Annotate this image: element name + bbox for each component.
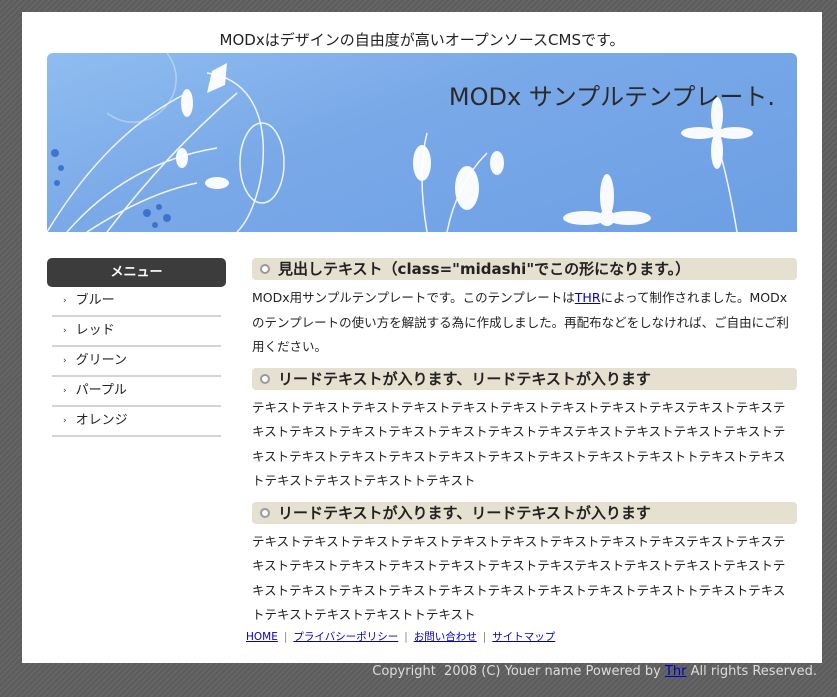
heading-text: リードテキストが入ります、リードテキストが入ります (278, 503, 651, 522)
chevron-right-icon: › (63, 356, 67, 366)
footer-link-sitemap[interactable]: サイトマップ (492, 631, 555, 643)
body-paragraph: テキストテキストテキストテキストテキストテキストテキストテキストテキステキストテ… (252, 399, 786, 489)
menu-item-blue[interactable]: › ブルー (52, 287, 221, 317)
bullet-circle-icon (260, 264, 270, 274)
chevron-right-icon: › (63, 416, 67, 426)
menu-heading: メニュー (47, 258, 226, 287)
menu-item-green[interactable]: › グリーン (52, 347, 221, 377)
copyright-text: Copyright 2008 (C) Youer name Powered by (372, 664, 665, 679)
site-tagline: MODxはデザインの自由度が高いオープンソースCMSです。 (219, 31, 625, 49)
heading-text: 見出しテキスト（class="midashi"でこの形になります。） (278, 260, 691, 278)
intro-text: MODx用サンプルテンプレートです。このテンプレートは (252, 290, 575, 305)
footer-link-privacy[interactable]: プライバシーポリシー (293, 631, 398, 643)
separator: | (482, 631, 487, 643)
footer-link-contact[interactable]: お問い合わせ (414, 631, 477, 643)
footer-link-home[interactable]: HOME (246, 631, 278, 643)
separator: | (404, 631, 408, 643)
bullet-circle-icon (260, 507, 270, 518)
banner-title: MODx サンプルテンプレート. (448, 83, 775, 111)
header-banner: MODx サンプルテンプレート. (47, 53, 797, 232)
menu-item-red[interactable]: › レッド (52, 317, 221, 347)
copyright: Copyright 2008 (C) Youer name Powered by… (372, 664, 817, 679)
menu-item-label: ブルー (75, 293, 115, 308)
section-heading: 見出しテキスト（class="midashi"でこの形になります。） (252, 258, 797, 280)
menu-item-purple[interactable]: › パープル (52, 377, 221, 407)
page-container: MODxはデザインの自由度が高いオープンソースCMSです。 MODx サンプルテ… (22, 12, 822, 663)
intro-paragraph: MODx用サンプルテンプレートです。このテンプレートはTHRによって制作されまし… (252, 286, 797, 360)
section-heading: リードテキストが入ります、リードテキストが入ります (252, 501, 797, 524)
menu-item-label: グリーン (75, 353, 127, 368)
chevron-right-icon: › (63, 326, 67, 336)
footer-nav: HOME | プライバシーポリシー | お問い合わせ | サイトマップ (246, 629, 555, 644)
chevron-right-icon: › (63, 296, 67, 306)
thr-link[interactable]: THR (575, 290, 601, 305)
copyright-text: All rights Reserved. (686, 664, 817, 679)
separator: | (283, 631, 288, 643)
menu-item-label: レッド (75, 323, 115, 338)
heading-text: リードテキストが入ります、リードテキストが入ります (278, 369, 651, 388)
body-paragraph: テキストテキストテキストテキストテキストテキストテキストテキストテキステキストテ… (252, 533, 786, 623)
main-content: 見出しテキスト（class="midashi"でこの形になります。） MODx用… (252, 258, 797, 636)
chevron-right-icon: › (63, 386, 67, 396)
thr-footer-link[interactable]: Thr (665, 664, 687, 679)
sidebar: メニュー › ブルー › レッド › グリーン › パープル › オレンジ (47, 258, 226, 437)
section-heading: リードテキストが入ります、リードテキストが入ります (252, 367, 797, 390)
bullet-circle-icon (260, 373, 270, 384)
menu-item-orange[interactable]: › オレンジ (52, 407, 221, 437)
menu-item-label: オレンジ (75, 413, 128, 428)
menu-item-label: パープル (75, 383, 127, 398)
